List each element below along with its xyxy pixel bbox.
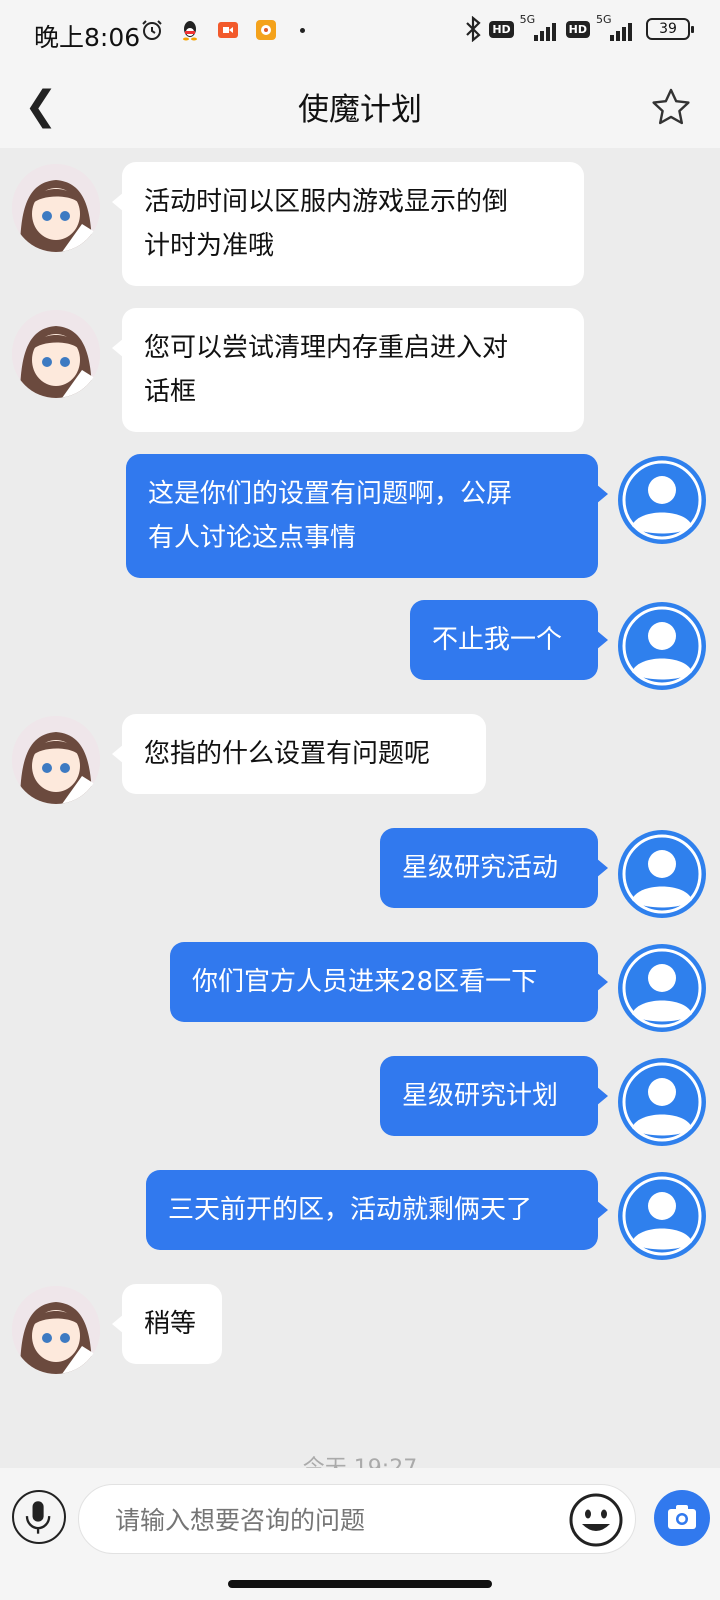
- user-avatar[interactable]: [618, 456, 706, 544]
- signal-icon: 5G: [520, 13, 560, 41]
- user-avatar[interactable]: [618, 602, 706, 690]
- bot-avatar[interactable]: [12, 310, 100, 398]
- video-app-icon: [218, 22, 238, 38]
- hd-badge: HD: [489, 20, 514, 38]
- chat-header: ❮ 使魔计划: [0, 64, 720, 148]
- message-line: 三天前开的区，活动就剩俩天了: [168, 1195, 533, 1225]
- signal-icon-2: 5G: [596, 13, 636, 41]
- message-line: 活动时间以区服内游戏显示的倒: [144, 187, 509, 217]
- message-bubble[interactable]: 星级研究活动: [380, 828, 608, 908]
- chat-area[interactable]: 活动时间以区服内游戏显示的倒 计时为准哦 您可以尝试清理内存重启进入对 话框 这…: [0, 148, 720, 1468]
- message-bubble[interactable]: 这是你们的设置有问题啊，公屏 有人讨论这点事情: [126, 454, 608, 578]
- alarm-icon: [142, 20, 162, 40]
- battery-icon: 39: [646, 18, 694, 40]
- camera-icon: [668, 1505, 696, 1529]
- message-bubble[interactable]: 星级研究计划: [380, 1056, 608, 1136]
- message-bubble[interactable]: 你们官方人员进来28区看一下: [170, 942, 608, 1022]
- bot-avatar[interactable]: [12, 1286, 100, 1374]
- message-line: 不止我一个: [432, 625, 563, 655]
- message-bubble[interactable]: 您可以尝试清理内存重启进入对 话框: [112, 308, 584, 432]
- camera-button[interactable]: [654, 1490, 710, 1546]
- hd-badge-2: HD: [565, 20, 590, 38]
- message-line: 这是你们的设置有问题啊，公屏: [148, 479, 513, 509]
- page-title: 使魔计划: [298, 92, 422, 128]
- user-avatar[interactable]: [618, 944, 706, 1032]
- status-notification-icons: [140, 18, 305, 42]
- message-line: 您指的什么设置有问题呢: [144, 739, 431, 769]
- message-bubble[interactable]: 三天前开的区，活动就剩俩天了: [146, 1170, 608, 1250]
- qq-icon: [183, 21, 197, 41]
- more-notifications-dot: [300, 27, 305, 33]
- message-bubble[interactable]: 稍等: [112, 1284, 222, 1364]
- favorite-star-icon[interactable]: [650, 86, 692, 128]
- game-app-icon: [256, 20, 276, 40]
- message-bubble[interactable]: 不止我一个: [410, 600, 608, 680]
- message-line: 有人讨论这点事情: [148, 523, 357, 553]
- message-line: 您可以尝试清理内存重启进入对: [144, 333, 509, 363]
- status-system-icons: HD 5G HD 5G 39: [463, 13, 694, 42]
- status-time: 晚上8:06: [34, 23, 141, 52]
- message-line: 星级研究计划: [402, 1081, 559, 1111]
- message-line: 计时为准哦: [144, 231, 275, 261]
- question-input-field[interactable]: [78, 1484, 636, 1554]
- status-bar: 晚上8:06 HD 5G HD 5G 39: [0, 0, 720, 64]
- message-line: 你们官方人员进来28区看一下: [192, 967, 538, 997]
- bluetooth-icon: [466, 16, 481, 42]
- message-bubble[interactable]: 您指的什么设置有问题呢: [112, 714, 486, 794]
- timestamp: 今天 19:27: [0, 1450, 720, 1468]
- bot-avatar[interactable]: [12, 164, 100, 252]
- message-line: 稍等: [144, 1309, 197, 1339]
- home-indicator[interactable]: [228, 1580, 492, 1588]
- user-avatar[interactable]: [618, 1172, 706, 1260]
- user-avatar[interactable]: [618, 1058, 706, 1146]
- question-input[interactable]: [115, 1501, 535, 1539]
- message-line: 话框: [144, 377, 197, 407]
- microphone-icon: [25, 1501, 51, 1534]
- message-bubble[interactable]: 活动时间以区服内游戏显示的倒 计时为准哦: [112, 162, 584, 286]
- user-avatar[interactable]: [618, 830, 706, 918]
- message-line: 星级研究活动: [402, 853, 559, 883]
- emoji-icon[interactable]: [568, 1492, 624, 1548]
- bot-avatar[interactable]: [12, 716, 100, 804]
- voice-input-button[interactable]: [12, 1490, 66, 1544]
